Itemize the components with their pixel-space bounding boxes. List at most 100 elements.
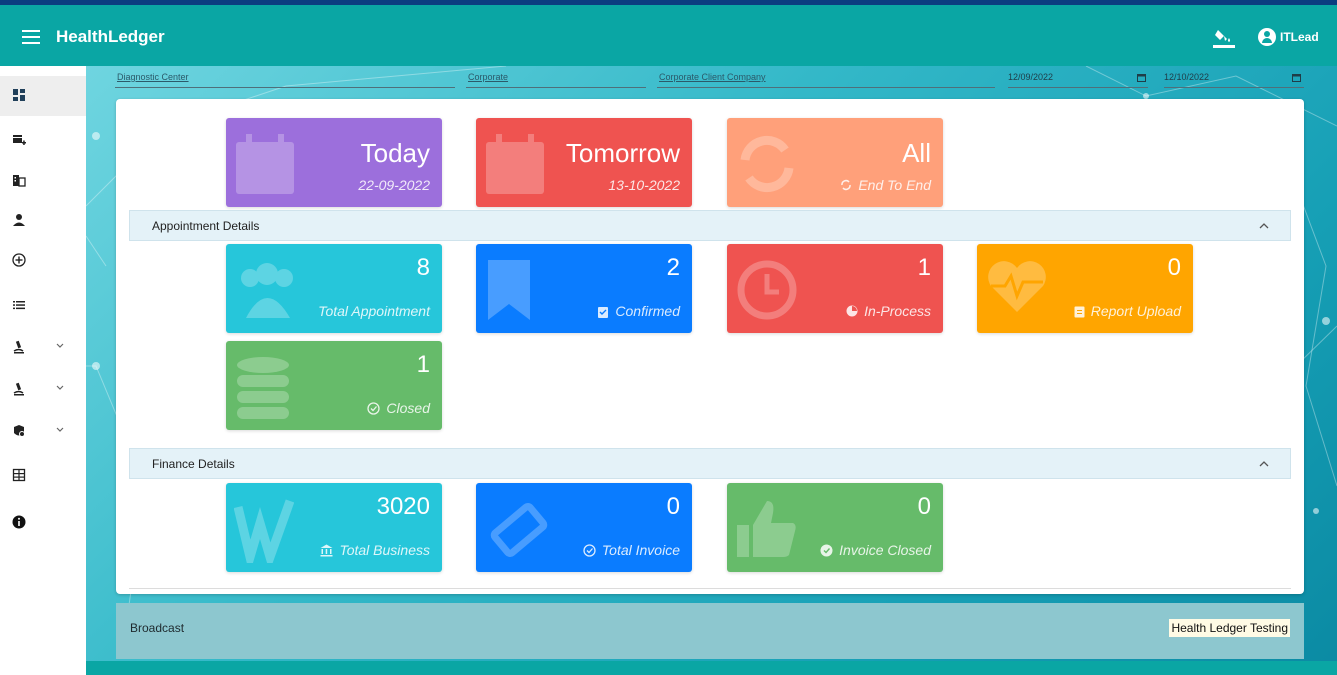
broadcast-label: Broadcast xyxy=(130,621,185,635)
sidebar-item-report[interactable] xyxy=(0,456,86,496)
sidebar-item-list[interactable] xyxy=(0,286,86,326)
to-date-field[interactable]: 12/10/2022 xyxy=(1164,72,1304,88)
total-invoice-tile[interactable]: 0 Total Invoice xyxy=(476,483,692,572)
total-appointment-tile[interactable]: 8 Total Appointment xyxy=(226,244,442,333)
tile-subtitle: End To End xyxy=(840,177,931,193)
today-tile[interactable]: Today 22-09-2022 xyxy=(226,118,442,207)
all-tile[interactable]: All End To End xyxy=(727,118,943,207)
tile-title: Today xyxy=(360,138,430,168)
chevron-down-icon xyxy=(56,343,64,348)
tile-label-wrap: Report Upload xyxy=(1074,303,1181,319)
sidebar-item-lab-1[interactable] xyxy=(0,328,86,368)
clock-icon xyxy=(737,260,797,320)
tile-label: Closed xyxy=(386,400,430,416)
tile-date: 13-10-2022 xyxy=(608,177,680,193)
bank-icon xyxy=(320,544,333,556)
user-menu[interactable]: ITLead xyxy=(1258,28,1319,46)
tile-date: 22-09-2022 xyxy=(358,177,430,193)
corporate-client-select[interactable]: Corporate Client Company xyxy=(657,72,995,88)
check-circle-filled-icon xyxy=(820,544,833,556)
list-icon xyxy=(13,301,25,310)
building-icon xyxy=(13,175,26,187)
diagnostic-center-select[interactable]: Diagnostic Center xyxy=(115,72,455,88)
in-process-tile[interactable]: 1 In-Process xyxy=(727,244,943,333)
group-icon xyxy=(241,263,293,318)
section-title: Appointment Details xyxy=(152,219,260,233)
chevron-down-icon xyxy=(56,427,64,432)
tile-value: 1 xyxy=(416,351,430,378)
tile-value: 0 xyxy=(666,493,680,520)
sync-icon xyxy=(841,179,852,191)
sidebar-item-dashboard[interactable] xyxy=(0,76,86,116)
heartbeat-icon xyxy=(988,261,1046,312)
tomorrow-tile[interactable]: Tomorrow 13-10-2022 xyxy=(476,118,692,207)
calendar-icon[interactable] xyxy=(1137,73,1146,82)
top-app-bar: HealthLedger ITLead xyxy=(0,0,1337,66)
thumbs-up-icon xyxy=(737,501,796,557)
sidebar-item-info[interactable] xyxy=(0,503,86,543)
dashboard-icon xyxy=(13,89,25,101)
chevron-down-icon xyxy=(56,385,64,390)
tile-label-wrap: Total Invoice xyxy=(583,542,680,558)
app-title: HealthLedger xyxy=(56,27,165,46)
tile-label: Total Business xyxy=(339,542,430,558)
tile-value: 2 xyxy=(666,254,680,281)
tile-subtitle-text: End To End xyxy=(858,177,931,193)
finance-details-header[interactable]: Finance Details xyxy=(129,448,1291,479)
tile-value: 3020 xyxy=(376,493,430,520)
tile-label-wrap: Confirmed xyxy=(597,303,680,319)
microscope-icon xyxy=(13,340,24,354)
add-circle-icon xyxy=(12,253,26,267)
corporate-select[interactable]: Corporate xyxy=(466,72,646,88)
tile-title: All xyxy=(902,138,931,168)
clipboard-icon xyxy=(1074,306,1085,317)
section-title: Finance Details xyxy=(152,457,235,471)
ticket-icon xyxy=(490,502,548,558)
tile-label: Invoice Closed xyxy=(839,542,931,558)
calendar-icon xyxy=(486,134,544,194)
closed-tile[interactable]: 1 Closed xyxy=(226,341,442,430)
sidebar-item-add[interactable] xyxy=(0,241,86,281)
sidebar-item-lab-2[interactable] xyxy=(0,370,86,410)
progress-icon xyxy=(846,305,858,317)
database-icon xyxy=(237,357,289,419)
from-date-field[interactable]: 12/09/2022 xyxy=(1008,72,1148,88)
paint-bucket-icon[interactable] xyxy=(1212,27,1236,49)
wallet-logo-icon xyxy=(234,499,294,563)
tile-value: 0 xyxy=(917,493,931,520)
calendar-icon xyxy=(236,134,294,194)
refresh-icon xyxy=(740,136,794,192)
tile-label: Total Invoice xyxy=(601,542,680,558)
calendar-icon[interactable] xyxy=(1292,73,1301,82)
appointment-details-header[interactable]: Appointment Details xyxy=(129,210,1291,241)
info-icon xyxy=(12,515,26,529)
clipboard-check-icon xyxy=(598,306,609,318)
sidebar-item-users[interactable] xyxy=(0,201,86,241)
tile-label-wrap: Total Business xyxy=(320,542,430,558)
sidebar-item-medical[interactable] xyxy=(0,412,86,452)
total-business-tile[interactable]: 3020 Total Business xyxy=(226,483,442,572)
divider xyxy=(129,588,1291,589)
tile-value: 0 xyxy=(1167,254,1181,281)
user-name: ITLead xyxy=(1280,30,1319,44)
sidebar-item-company[interactable] xyxy=(0,161,86,201)
tile-value: 1 xyxy=(917,254,931,281)
invoice-closed-tile[interactable]: 0 Invoice Closed xyxy=(727,483,943,572)
tile-value: 8 xyxy=(416,254,430,281)
store-add-icon xyxy=(13,135,26,145)
report-upload-tile[interactable]: 0 Report Upload xyxy=(977,244,1193,333)
hamburger-menu-icon[interactable] xyxy=(22,30,40,44)
tile-label: Total Appointment xyxy=(318,303,430,319)
medical-bag-icon xyxy=(14,425,25,437)
broadcast-bar: Broadcast Health Ledger Testing xyxy=(116,603,1304,659)
bookmark-icon xyxy=(488,260,530,320)
chevron-up-icon[interactable] xyxy=(1258,220,1270,232)
tile-label-wrap: In-Process xyxy=(846,303,931,319)
tile-label-wrap: Invoice Closed xyxy=(820,542,931,558)
sidebar-item-store[interactable] xyxy=(0,121,86,161)
chevron-up-icon[interactable] xyxy=(1258,458,1270,470)
tile-label: Report Upload xyxy=(1090,303,1181,319)
tile-label: Confirmed xyxy=(615,303,680,319)
microscope-icon xyxy=(13,382,24,396)
confirmed-tile[interactable]: 2 Confirmed xyxy=(476,244,692,333)
